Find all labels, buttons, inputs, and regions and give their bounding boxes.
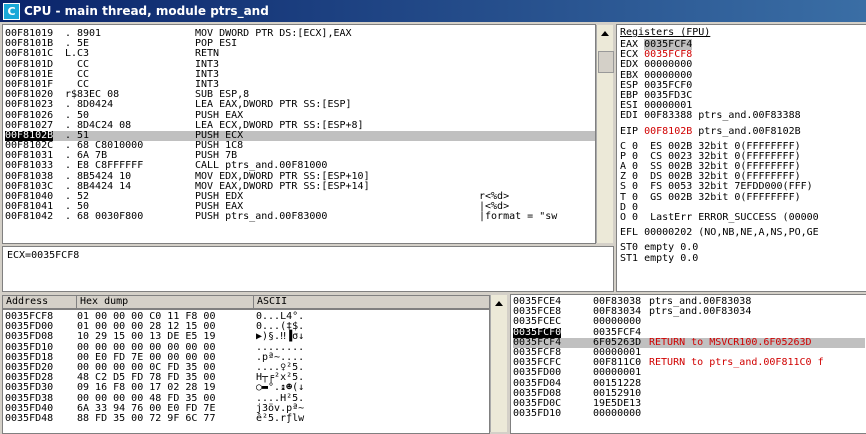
disasm-comment: |format = "sw [479,211,558,223]
disasm-address[interactable]: 00F81042 [5,212,53,222]
stack-row[interactable]: 0035FD10 00000000 [513,408,865,420]
stack-row[interactable]: 0035FD04 00151228 [513,378,865,389]
disasm-instruction: LEA EAX,DWORD PTR SS:[ESP] [195,99,352,111]
scroll-thumb[interactable] [598,51,614,73]
dump-address[interactable]: 0035FD48 [5,413,53,424]
scroll-up-arrow-icon[interactable] [601,31,609,36]
disasm-row[interactable]: 00F81027 . 8D4C24 08 LEA ECX,DWORD PTR SS… [5,120,595,131]
disasm-row[interactable]: 00F8101E CC INT3 [5,69,595,80]
disasm-row[interactable]: 00F81023 . 8D0424 LEA EAX,DWORD PTR SS:[E… [5,100,595,110]
dump-row[interactable]: 0035FD48 88 FD 35 00 72 9F 6C 77 ê²5.rƒlw [5,412,485,424]
disasm-row[interactable]: 00F8101B . 5E POP ESI [5,38,595,49]
disasm-row[interactable]: 00F8101C L. C3 RETN [5,49,595,59]
stack-comment: RETURN to ptrs_and.00F811C0 f [649,357,824,369]
hex-dump-pane[interactable]: 0035FCF8 01 00 00 00 C0 11 F8 00 0...L4°. 0… [2,309,490,434]
window-title: CPU - main thread, module ptrs_and [24,4,269,18]
window-title-bar[interactable]: C CPU - main thread, module ptrs_and [0,0,866,22]
dump-scrollbar[interactable] [490,295,507,432]
dump-scroll-up-arrow-icon[interactable] [495,301,503,306]
register-comment [692,49,698,60]
dump-ascii: ○▬°.↨☻(↓ [256,382,305,394]
dump-hex: 88 FD 35 00 72 9F 6C 77 [77,412,216,424]
register-line[interactable]: ST1 empty 0.0 [620,253,819,264]
dump-col-hex[interactable]: Hex dump [76,296,128,308]
dump-col-ascii[interactable]: ASCII [253,296,287,308]
dump-ascii: ê²5.rƒlw [256,412,305,424]
register-comment: ptrs_and.00F8102B [692,125,801,137]
stack-row[interactable]: 0035FCF4 6F05263D RETURN to MSVCR100.6F052… [513,336,865,348]
dump-hex: 09 16 F8 00 17 02 28 19 [77,382,216,394]
register-line[interactable]: EFL 00000202 (NO,NB,NE,A,NS,PO,GE [620,227,819,238]
stack-value: 00000000 [593,408,642,420]
info-line: ECX=0035FCF8 [7,250,80,261]
dump-row[interactable]: 0035FD30 09 16 F8 00 17 02 28 19 ○▬°.↨☻(↓ [5,383,485,393]
stack-row[interactable]: 0035FD00 00000001 [513,368,865,378]
register-line[interactable]: EDI 00F83388 ptrs_and.00F83388 [620,111,819,121]
register-value[interactable]: 00F8102B [644,126,692,137]
stack-row[interactable]: 0035FD08 00152910 [513,388,865,399]
disasm-hex: 68 0030F800 [77,211,144,223]
dump-address[interactable]: 0035FD30 [5,383,53,393]
disasm-marker: . [59,99,78,111]
cpu-window-icon: C [3,3,20,20]
stack-row[interactable]: 0035FCEC 00000000 [513,317,865,327]
info-pane: ECX=0035FCF8 [2,246,614,292]
disassembly-pane[interactable]: 00F81019 . 8901 MOV DWORD PTR DS:[ECX],EA… [2,24,596,244]
stack-row[interactable]: 0035FD0C 19E5DE13 [513,398,865,409]
disasm-row[interactable]: 00F81019 . 8901 MOV DWORD PTR DS:[ECX],EA… [5,28,595,39]
stack-address[interactable]: 0035FD00 [513,368,561,378]
registers-header[interactable]: Registers (FPU) [620,27,710,38]
disasm-hex: 8D0424 [77,99,114,111]
stack-row[interactable]: 0035FCE8 00F83034 ptrs_and.00F83034 [513,306,865,318]
disassembly-scrollbar[interactable] [596,25,614,243]
dump-col-address[interactable]: Address [6,296,48,308]
stack-pane[interactable]: 0035FCE4 00F83038 ptrs_and.00F83038 0035FCE… [510,294,866,434]
stack-comment: ptrs_and.00F83034 [649,306,752,318]
stack-value: 00000001 [593,367,642,379]
registers-pane[interactable]: Registers (FPU) EAX 0035FCF4 ECX 0035FCF8… [616,24,866,292]
register-name: EIP [620,125,645,137]
register-line[interactable]: O 0 LastErr ERROR_SUCCESS (00000 [620,212,819,223]
stack-address[interactable]: 0035FD10 [513,408,561,419]
stack-comment: RETURN to MSVCR100.6F05263D [649,336,812,348]
register-line[interactable]: T 0 GS 002B 32bit 0(FFFFFFFF) [620,192,819,203]
register-line[interactable]: EIP 00F8102B ptrs_and.00F8102B [620,125,819,137]
disasm-row[interactable]: 00F81042 . 68 0030F800 PUSH ptrs_and.00F8… [5,212,595,222]
disasm-instruction: PUSH ptrs_and.00F83000 [195,211,328,223]
stack-row[interactable]: 0035FCFC 00F811C0 RETURN to ptrs_and.00F81… [513,357,865,369]
disasm-address[interactable]: 00F81023 [5,100,53,110]
dump-header: Address Hex dump ASCII [2,295,490,309]
disasm-marker: . [59,211,78,223]
disasm-row[interactable]: 00F8101D CC INT3 [5,59,595,70]
